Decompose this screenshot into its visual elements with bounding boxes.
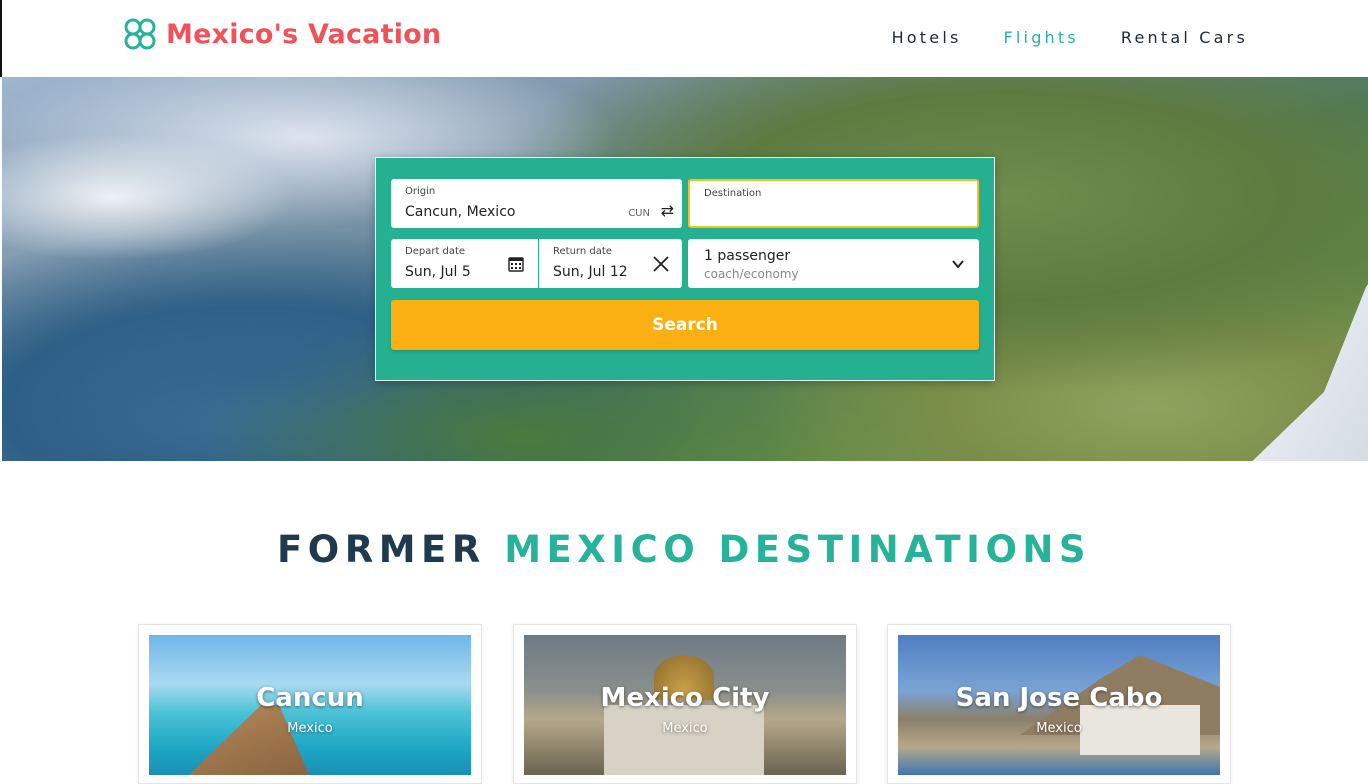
destination-card-san-jose-cabo[interactable]: San Jose Cabo Mexico [887, 624, 1231, 784]
origin-label: Origin [405, 186, 436, 197]
calendar-icon[interactable] [508, 256, 524, 272]
swap-icon[interactable]: ⇄ [661, 201, 674, 220]
nav-rental-cars[interactable]: Rental Cars [1121, 28, 1248, 47]
passenger-count: 1 passenger [704, 248, 791, 264]
destination-field[interactable]: Destination [688, 179, 979, 228]
return-label: Return date [553, 246, 612, 257]
building-shape [604, 705, 764, 775]
origin-field[interactable]: Origin Cancun, Mexico CUN ⇄ [391, 179, 682, 228]
destination-card-cancun[interactable]: Cancun Mexico [138, 624, 482, 784]
destination-country: Mexico [287, 721, 333, 736]
return-value: Sun, Jul 12 [553, 264, 628, 280]
pier-shape [189, 705, 309, 775]
origin-value: Cancun, Mexico [405, 204, 516, 220]
search-button[interactable]: Search [391, 300, 979, 350]
section-title: FORMER MEXICO DESTINATIONS [0, 528, 1368, 571]
destination-input[interactable] [702, 203, 967, 223]
nav-hotels[interactable]: Hotels [892, 28, 962, 47]
destination-image: San Jose Cabo Mexico [898, 635, 1220, 775]
destination-name: San Jose Cabo [955, 683, 1163, 713]
destination-image: Cancun Mexico [149, 635, 471, 775]
destination-country: Mexico [662, 721, 708, 736]
passengers-select[interactable]: 1 passenger coach/economy [688, 239, 979, 288]
origin-code: CUN [628, 208, 650, 219]
depart-date-field[interactable]: Depart date Sun, Jul 5 [391, 239, 538, 288]
site-header: Mexico's Vacation Hotels Flights Rental … [0, 0, 1368, 77]
nav-flights[interactable]: Flights [1004, 28, 1079, 47]
chevron-down-icon [952, 260, 964, 269]
close-icon[interactable] [652, 255, 670, 273]
logo-knot-icon [124, 18, 156, 50]
destination-name: Cancun [256, 683, 364, 713]
cabin-class: coach/economy [704, 267, 799, 281]
section-title-part1: FORMER [276, 528, 486, 571]
depart-label: Depart date [405, 246, 466, 257]
destination-label: Destination [704, 188, 762, 199]
destination-card-mexico-city[interactable]: Mexico City Mexico [513, 624, 857, 784]
airplane-wing [1184, 227, 1368, 461]
main-nav: Hotels Flights Rental Cars [892, 28, 1248, 47]
section-title-part2: MEXICO DESTINATIONS [504, 528, 1092, 571]
logo-text: Mexico's Vacation [166, 18, 442, 50]
destination-name: Mexico City [600, 683, 770, 713]
destination-country: Mexico [1036, 721, 1082, 736]
depart-value: Sun, Jul 5 [405, 264, 471, 280]
destination-image: Mexico City Mexico [524, 635, 846, 775]
flight-search-panel: Origin Cancun, Mexico CUN ⇄ Destination … [375, 157, 995, 381]
return-date-field[interactable]: Return date Sun, Jul 12 [539, 239, 682, 288]
logo[interactable]: Mexico's Vacation [122, 16, 441, 52]
